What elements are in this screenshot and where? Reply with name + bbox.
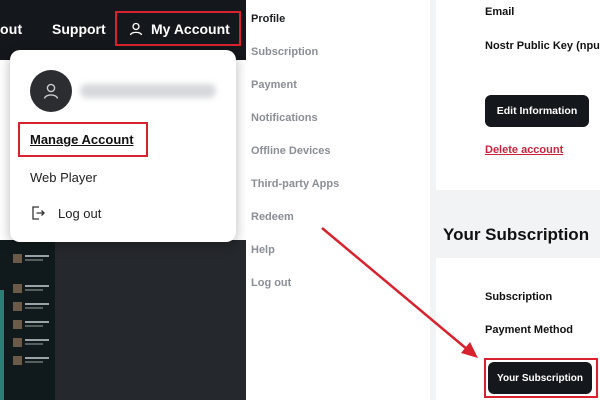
avatar (30, 70, 72, 112)
subscription-field-label: Subscription (485, 291, 553, 303)
background-accent-edge (0, 290, 4, 400)
user-icon (129, 22, 143, 35)
left-panel: out Support My Account Manage Account We… (0, 0, 246, 400)
menu-item-profile[interactable]: Profile (251, 13, 285, 25)
background-player-preview (0, 240, 246, 400)
nav-about-link[interactable]: out (0, 21, 22, 37)
web-player-link[interactable]: Web Player (30, 170, 97, 185)
account-content-panel: Email Nostr Public Key (npu Edit Informa… (430, 0, 600, 400)
subscription-section-heading: Your Subscription (443, 225, 590, 244)
background-list-item (13, 302, 51, 311)
menu-item-redeem[interactable]: Redeem (251, 211, 294, 223)
my-account-button[interactable]: My Account (115, 11, 241, 46)
user-icon (43, 83, 59, 99)
menu-item-notifications[interactable]: Notifications (251, 112, 318, 124)
manage-account-link[interactable]: Manage Account (18, 122, 148, 157)
account-dropdown-menu: Manage Account Web Player Log out (10, 50, 236, 242)
nostr-key-field-label: Nostr Public Key (npu (485, 40, 600, 52)
email-field-label: Email (485, 6, 515, 18)
dropdown-logout-label: Log out (58, 205, 102, 221)
menu-item-log-out[interactable]: Log out (251, 277, 291, 289)
background-list-item (13, 254, 51, 263)
background-list-item (13, 284, 51, 293)
manage-account-label: Manage Account (30, 132, 134, 147)
blurred-username (80, 84, 216, 98)
screenshot: out Support My Account Manage Account We… (0, 0, 600, 400)
my-account-label: My Account (151, 20, 230, 37)
payment-method-field-label: Payment Method (485, 324, 574, 336)
account-settings-menu: Profile Subscription Payment Notificatio… (246, 0, 430, 400)
edit-information-button[interactable]: Edit Information (485, 95, 589, 127)
background-list-item (13, 320, 51, 329)
background-list-item (13, 356, 51, 365)
menu-item-payment[interactable]: Payment (251, 79, 297, 91)
delete-account-link[interactable]: Delete account (485, 144, 563, 156)
menu-item-help[interactable]: Help (251, 244, 275, 256)
logout-icon (32, 206, 45, 220)
your-subscription-button[interactable]: Your Subscription (488, 362, 592, 394)
menu-item-offline-devices[interactable]: Offline Devices (251, 145, 330, 157)
menu-item-third-party-apps[interactable]: Third-party Apps (251, 178, 339, 190)
nav-support-link[interactable]: Support (52, 21, 106, 37)
background-list-item (13, 338, 51, 347)
dropdown-logout-item[interactable]: Log out (30, 205, 101, 221)
menu-item-subscription[interactable]: Subscription (251, 46, 318, 58)
